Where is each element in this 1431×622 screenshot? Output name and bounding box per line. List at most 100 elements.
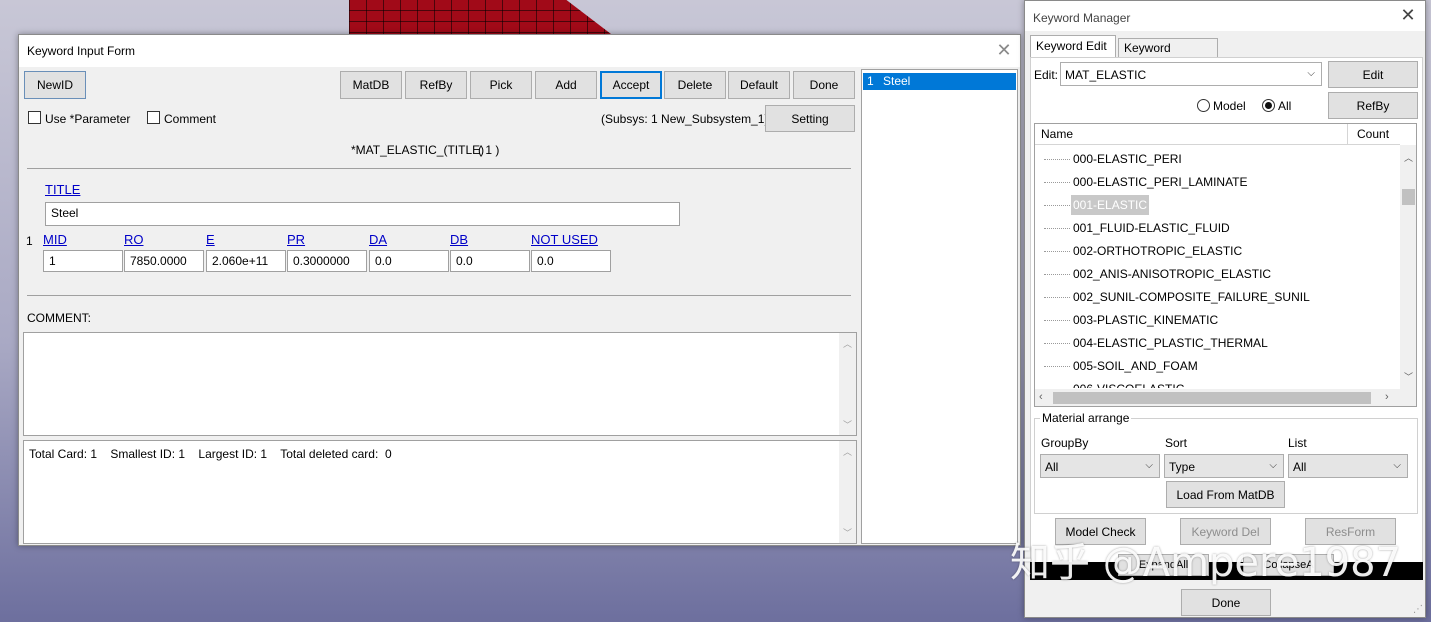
material-arrange-title: Material arrange <box>1040 411 1132 425</box>
groupby-select[interactable]: All ⌵ <box>1040 454 1160 478</box>
newid-button[interactable]: NewID <box>24 71 86 99</box>
scroll-thumb[interactable] <box>1402 189 1415 205</box>
tab-keyword-search[interactable]: Keyword Search <box>1118 38 1218 69</box>
load-from-matdb-button[interactable]: Load From MatDB <box>1166 481 1285 508</box>
keyword-list-panel[interactable]: 1 Steel <box>861 69 1018 544</box>
ro-label[interactable]: RO <box>124 232 144 247</box>
tree-connector <box>1044 251 1070 252</box>
scroll-hthumb[interactable] <box>1053 392 1371 404</box>
tree-connector <box>1044 205 1070 206</box>
card-row-number: 1 <box>26 234 33 248</box>
tree-connector <box>1044 182 1070 183</box>
not-used-input[interactable]: 0.0 <box>531 250 611 272</box>
matdb-button[interactable]: MatDB <box>340 71 402 99</box>
edit-button[interactable]: Edit <box>1328 61 1418 88</box>
tree-item-selected[interactable]: 001-ELASTIC <box>1071 195 1150 215</box>
not-used-label[interactable]: NOT USED <box>531 232 598 247</box>
accept-button[interactable]: Accept <box>600 71 662 99</box>
tree-body: 000-ELASTIC_PERI 000-ELASTIC_PERI_LAMINA… <box>1035 148 1400 388</box>
done-button[interactable]: Done <box>793 71 855 99</box>
comment-scrollbar[interactable]: ︿ ﹀ <box>839 333 856 435</box>
list-item-selected[interactable]: 1 Steel <box>863 73 1016 90</box>
default-button[interactable]: Default <box>728 71 790 99</box>
resize-grip-icon[interactable]: ⋰ <box>1413 604 1423 615</box>
keyword-manager-window: Keyword Manager ✕ Keyword Edit Keyword S… <box>1024 0 1426 618</box>
tree-connector <box>1044 366 1070 367</box>
pr-label[interactable]: PR <box>287 232 305 247</box>
name-column-header[interactable]: Name <box>1041 127 1073 141</box>
comment-label: COMMENT: <box>27 311 91 325</box>
edit-combobox-value: MAT_ELASTIC <box>1065 68 1147 82</box>
keyword-count: ( 1 ) <box>478 143 500 157</box>
form-close-icon[interactable]: ✕ <box>993 39 1015 61</box>
e-label[interactable]: E <box>206 232 215 247</box>
header-separator <box>27 168 851 169</box>
title-input[interactable]: Steel <box>45 202 680 226</box>
refby-button[interactable]: RefBy <box>1328 92 1418 119</box>
sort-select-value: Type <box>1169 460 1196 474</box>
comment-checkbox[interactable] <box>147 111 160 124</box>
tree-item[interactable]: 002_ANIS-ANISOTROPIC_ELASTIC <box>1071 264 1273 284</box>
pr-input[interactable]: 0.3000000 <box>287 250 367 272</box>
scroll-right-icon[interactable]: › <box>1385 391 1389 403</box>
scroll-up-icon[interactable]: ︿ <box>1400 151 1416 164</box>
count-column-header[interactable]: Count <box>1357 127 1389 141</box>
edit-combobox[interactable]: MAT_ELASTIC ⌵ <box>1060 62 1322 86</box>
tree-item[interactable]: 006-VISCOELASTIC <box>1071 379 1186 388</box>
tree-item[interactable]: 000-ELASTIC_PERI <box>1071 149 1184 169</box>
db-label[interactable]: DB <box>450 232 468 247</box>
tree-header: Name Count <box>1035 124 1400 145</box>
sort-label: Sort <box>1165 436 1188 450</box>
refby-button[interactable]: RefBy <box>405 71 467 99</box>
tree-item[interactable]: 002-ORTHOTROPIC_ELASTIC <box>1071 241 1244 261</box>
scroll-down-icon[interactable]: ﹀ <box>1400 370 1416 383</box>
material-tree[interactable]: Name Count 000-ELASTIC_PERI 000-ELASTIC_… <box>1034 123 1417 407</box>
header-divider <box>1347 124 1348 145</box>
db-input[interactable]: 0.0 <box>450 250 530 272</box>
status-scrollbar[interactable]: ︿ ﹀ <box>839 441 856 543</box>
scroll-left-icon[interactable]: ‹ <box>1039 391 1043 403</box>
tree-item[interactable]: 005-SOIL_AND_FOAM <box>1071 356 1200 376</box>
mid-input[interactable]: 1 <box>43 250 123 272</box>
scroll-down-icon[interactable]: ﹀ <box>839 418 856 431</box>
tree-item[interactable]: 003-PLASTIC_KINEMATIC <box>1071 310 1220 330</box>
tree-item[interactable]: 001_FLUID-ELASTIC_FLUID <box>1071 218 1232 238</box>
keyword-header: *MAT_ELASTIC_(TITLE) <box>351 143 485 157</box>
status-panel: Total Card: 1 Smallest ID: 1 Largest ID:… <box>23 440 857 544</box>
use-parameter-label: Use *Parameter <box>45 112 131 126</box>
tab-keyword-edit[interactable]: Keyword Edit <box>1030 35 1116 58</box>
pick-button[interactable]: Pick <box>470 71 532 99</box>
groupby-select-value: All <box>1045 460 1059 474</box>
scroll-down-icon[interactable]: ﹀ <box>839 526 856 539</box>
use-parameter-checkbox[interactable] <box>28 111 41 124</box>
tree-connector <box>1044 343 1070 344</box>
list-select[interactable]: All ⌵ <box>1288 454 1408 478</box>
comment-textarea[interactable]: ︿ ﹀ <box>23 332 857 436</box>
setting-button[interactable]: Setting <box>765 105 855 132</box>
manager-done-button[interactable]: Done <box>1181 589 1271 616</box>
all-radio[interactable] <box>1262 99 1275 112</box>
delete-button[interactable]: Delete <box>664 71 726 99</box>
scroll-up-icon[interactable]: ︿ <box>839 337 856 350</box>
e-input[interactable]: 2.060e+11 <box>206 250 286 272</box>
list-item-index: 1 <box>867 74 874 88</box>
model-radio[interactable] <box>1197 99 1210 112</box>
manager-titlebar: Keyword Manager ✕ <box>1025 1 1425 31</box>
tree-item[interactable]: 000-ELASTIC_PERI_LAMINATE <box>1071 172 1250 192</box>
da-label[interactable]: DA <box>369 232 387 247</box>
tree-item[interactable]: 004-ELASTIC_PLASTIC_THERMAL <box>1071 333 1270 353</box>
da-input[interactable]: 0.0 <box>369 250 449 272</box>
title-field-label[interactable]: TITLE <box>45 182 80 197</box>
manager-close-icon[interactable]: ✕ <box>1397 4 1419 26</box>
tree-item[interactable]: 002_SUNIL-COMPOSITE_FAILURE_SUNIL <box>1071 287 1312 307</box>
mid-label[interactable]: MID <box>43 232 67 247</box>
manager-title: Keyword Manager <box>1033 11 1131 25</box>
tree-vertical-scrollbar[interactable]: ︿ ﹀ <box>1400 145 1416 389</box>
tree-horizontal-scrollbar[interactable]: ‹ › <box>1035 389 1416 406</box>
sort-select[interactable]: Type ⌵ <box>1164 454 1284 478</box>
chevron-down-icon: ⌵ <box>1307 68 1315 79</box>
scroll-up-icon[interactable]: ︿ <box>839 445 856 458</box>
comment-checkbox-label: Comment <box>164 112 217 126</box>
add-button[interactable]: Add <box>535 71 597 99</box>
ro-input[interactable]: 7850.0000 <box>124 250 204 272</box>
